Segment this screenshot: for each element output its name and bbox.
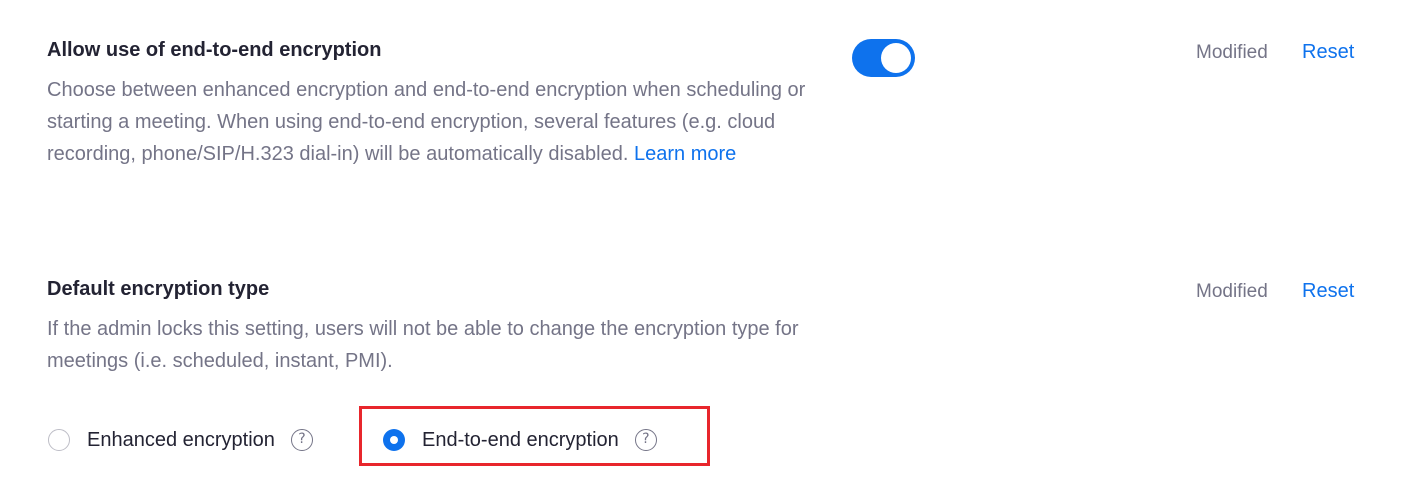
radio-option-enhanced[interactable]: Enhanced encryption ?	[48, 422, 313, 458]
settings-page: Allow use of end-to-end encryption Choos…	[0, 0, 1420, 490]
setting-title-e2e: Allow use of end-to-end encryption	[47, 39, 382, 61]
help-icon[interactable]: ?	[290, 429, 313, 451]
radio-label-enhanced: Enhanced encryption	[87, 429, 275, 451]
modified-status-default-type: Modified	[1196, 281, 1268, 302]
e2e-toggle[interactable]	[852, 39, 915, 77]
setting-title-default-type: Default encryption type	[47, 278, 270, 300]
setting-description-default-type: If the admin locks this setting, users w…	[47, 318, 799, 372]
reset-link-e2e[interactable]: Reset	[1302, 40, 1354, 64]
highlight-annotation-box	[359, 406, 710, 466]
radio-button-enhanced[interactable]	[48, 429, 70, 451]
reset-link-default-type[interactable]: Reset	[1302, 279, 1354, 303]
modified-status-e2e: Modified	[1196, 42, 1268, 63]
toggle-knob	[881, 43, 911, 73]
learn-more-link[interactable]: Learn more	[634, 143, 736, 165]
setting-description-e2e: Choose between enhanced encryption and e…	[47, 74, 807, 170]
